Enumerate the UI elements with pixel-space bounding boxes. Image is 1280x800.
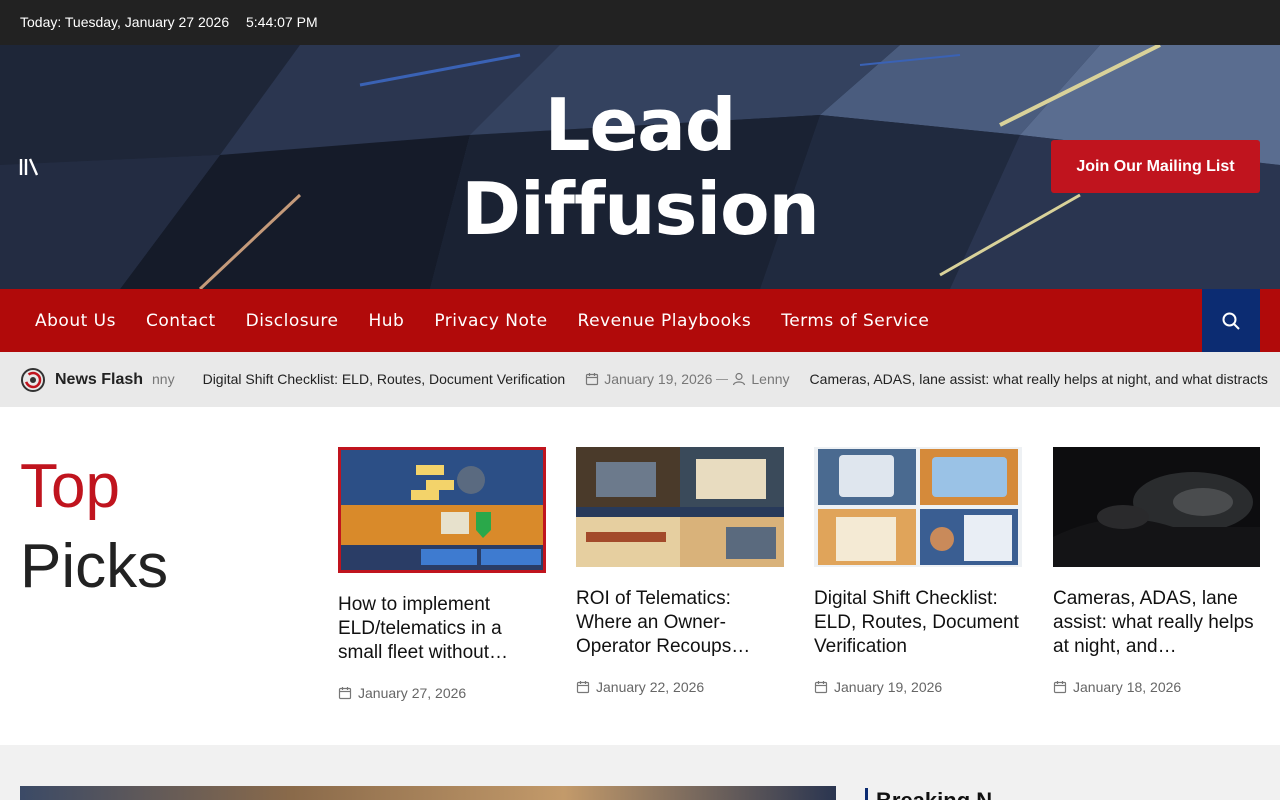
ticker-headline[interactable]: Digital Shift Checklist: ELD, Routes, Do… [203,371,566,387]
pick-card-date: January 27, 2026 [338,685,546,701]
pick-card-image[interactable] [576,447,784,567]
digital-checklist-image [814,447,1022,567]
pick-card-date-text: January 18, 2026 [1073,679,1182,695]
news-flash-spinner-icon [21,368,45,392]
ticker-author[interactable]: Lenny [732,371,790,387]
site-header: Lead Diffusion Join Our Mailing List [0,45,1280,289]
calendar-icon [338,687,352,700]
pick-card[interactable]: ROI of Telematics: Where an Owner-Operat… [576,447,784,695]
search-icon [1222,312,1240,330]
nav-item-revenue-playbooks[interactable]: Revenue Playbooks [578,311,752,331]
pick-card[interactable]: How to implement ELD/telematics in a sma… [338,447,546,701]
news-flash-label: News Flash [55,371,144,388]
news-flash-bar: News Flash nny Digital Shift Checklist: … [0,352,1280,407]
site-title[interactable]: Lead Diffusion [440,83,840,251]
calendar-icon [814,681,828,694]
featured-post-image[interactable] [20,786,836,800]
top-bar: Today: Tuesday, January 27 2026 5:44:07 … [0,0,1280,45]
pick-card[interactable]: Digital Shift Checklist: ELD, Routes, Do… [814,447,1022,695]
ticker-author-text: Lenny [751,371,790,387]
current-time: 5:44:07 PM [246,14,318,30]
search-button[interactable] [1202,289,1260,352]
pick-card-title[interactable]: Cameras, ADAS, lane assist: what really … [1053,587,1260,659]
breaking-news-heading: Breaking N [865,788,992,800]
pick-card-date: January 22, 2026 [576,679,784,695]
pick-card-title[interactable]: Digital Shift Checklist: ELD, Routes, Do… [814,587,1022,659]
library-icon [19,158,39,176]
pick-card-title[interactable]: ROI of Telematics: Where an Owner-Operat… [576,587,784,659]
pick-card-date-text: January 27, 2026 [358,685,467,701]
ticker-date: January 19, 2026 [585,371,712,387]
pick-card-date-text: January 22, 2026 [596,679,705,695]
nav-item-terms-of-service[interactable]: Terms of Service [781,311,929,331]
nav-item-disclosure[interactable]: Disclosure [246,311,339,331]
lower-section: Breaking N [0,745,1280,800]
calendar-icon [576,681,590,694]
pick-card[interactable]: Cameras, ADAS, lane assist: what really … [1053,447,1260,695]
join-mailing-list-button[interactable]: Join Our Mailing List [1051,140,1260,193]
user-icon [733,372,746,386]
news-ticker: nny Digital Shift Checklist: ELD, Routes… [152,352,1280,407]
nav-item-privacy-note[interactable]: Privacy Note [434,311,547,331]
ticker-date-text: January 19, 2026 [604,371,713,387]
top-picks-heading-second: Picks [20,532,169,601]
current-date: Today: Tuesday, January 27 2026 [20,14,230,30]
library-menu-icon[interactable] [18,157,42,177]
main-navigation: About Us Contact Disclosure Hub Privacy … [0,289,1280,352]
pick-card-date: January 18, 2026 [1053,679,1260,695]
calendar-icon [1053,681,1067,694]
calendar-icon [586,373,599,386]
ticker-author-fragment[interactable]: nny [152,371,175,387]
pick-card-image[interactable] [1053,447,1260,567]
pick-card-date: January 19, 2026 [814,679,1022,695]
top-picks-heading: Top Picks [20,447,168,607]
pick-card-image[interactable] [814,447,1022,567]
night-driving-image [1053,447,1260,567]
eld-infographic-image [341,450,543,570]
nav-item-about-us[interactable]: About Us [35,311,116,331]
top-picks-section: Top Picks How to implement ELD/telematic… [0,407,1280,745]
nav-item-hub[interactable]: Hub [368,311,404,331]
telematics-roi-image [576,447,784,567]
ticker-separator [716,378,729,380]
top-picks-heading-first: Top [20,452,120,521]
pick-card-image[interactable] [338,447,546,573]
pick-card-date-text: January 19, 2026 [834,679,943,695]
pick-card-title[interactable]: How to implement ELD/telematics in a sma… [338,593,546,665]
nav-item-contact[interactable]: Contact [146,311,216,331]
ticker-headline[interactable]: Cameras, ADAS, lane assist: what really … [810,371,1268,387]
